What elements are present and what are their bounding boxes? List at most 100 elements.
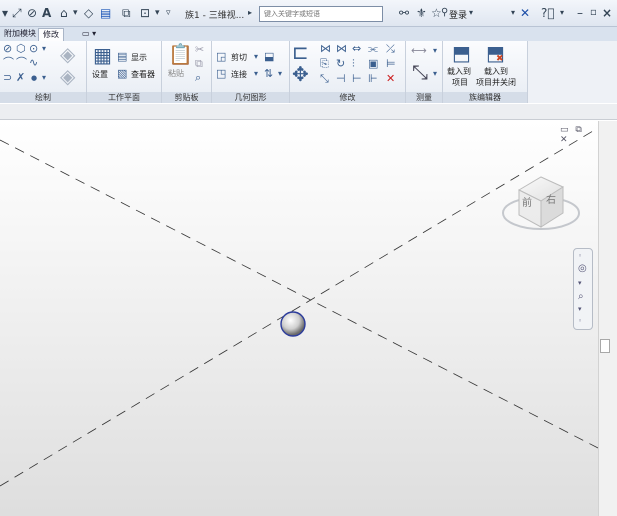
rotate-icon[interactable]: ↻ (336, 58, 345, 70)
work-plane-set-icon[interactable]: ▦ (93, 44, 112, 66)
dropdown-arrow-icon[interactable]: ▾ (469, 6, 473, 20)
array-icon[interactable]: ▣ (368, 58, 378, 70)
spline-icon[interactable]: ∿ (29, 57, 38, 69)
close-nav-icon[interactable]: ◦ (578, 252, 582, 260)
work-plane-viewer-label[interactable]: 查看器 (131, 70, 155, 80)
dropdown-arrow-icon[interactable]: ▾ (73, 6, 78, 20)
point-icon[interactable]: ● (31, 72, 37, 84)
load-and-close-label-line1[interactable]: 载入到 (484, 67, 508, 77)
zoom-icon[interactable]: ⌕ (578, 291, 584, 302)
viewcube-right-label[interactable]: 右 (546, 191, 556, 206)
show-icon[interactable]: ▤ (117, 51, 127, 63)
steering-wheel-icon[interactable]: ◎ (578, 263, 587, 274)
annotate-icon[interactable]: ⊘ (27, 6, 37, 20)
thin-lines-icon[interactable]: ▤ (100, 6, 111, 20)
copy-icon[interactable]: ⧉ (195, 58, 203, 70)
load-into-project-label-line1[interactable]: 载入到 (447, 67, 471, 77)
align-icon[interactable]: ⊏ (292, 41, 309, 63)
dropdown-arrow-icon[interactable]: ▾ (578, 279, 582, 287)
paste-label[interactable]: 粘贴 (168, 69, 184, 79)
dropdown-arrow-icon[interactable]: ▾ (42, 72, 46, 84)
section-icon[interactable]: ◇ (84, 6, 93, 20)
tab-add-ins[interactable]: 附加模块 (0, 28, 40, 41)
exchange-apps-icon[interactable]: ✕ (520, 6, 530, 20)
customize-toolbar-icon[interactable]: ▿ (166, 6, 171, 20)
cut-geometry-icon[interactable]: ◲ (216, 51, 226, 63)
measure-icon[interactable]: ⤢ (12, 6, 22, 20)
vertical-scrollbar[interactable] (598, 121, 617, 516)
extend-multiple-icon[interactable]: ⊩ (368, 73, 378, 85)
load-into-project-label-line2[interactable]: 项目 (452, 78, 468, 88)
viewcube-front-label[interactable]: 前 (522, 194, 532, 209)
login-link[interactable]: 登录 (449, 8, 467, 21)
switch-windows-icon[interactable]: ⊡ (140, 6, 150, 20)
3d-view-icon[interactable]: ⌂ (60, 6, 68, 20)
dropdown-arrow-icon[interactable]: ▾ (433, 68, 437, 80)
dropdown-arrow-icon[interactable]: ▾ (254, 51, 258, 63)
scrollbar-thumb[interactable] (600, 339, 610, 353)
cut-geometry-label[interactable]: 剪切 (231, 53, 247, 63)
scale-icon[interactable]: ⤡ (320, 73, 329, 85)
dropdown-arrow-icon[interactable]: ▾ (42, 43, 46, 55)
circle-icon[interactable]: ⊙ (29, 43, 38, 55)
mirror-pick-icon[interactable]: ⋈ (320, 43, 331, 55)
minimize-button[interactable]: – (577, 6, 583, 20)
navigation-bar[interactable]: ◦ ◎ ▾ ⌕ ▾ ◦ (573, 248, 593, 330)
close-windows-icon[interactable]: ⧉ (122, 6, 131, 20)
join-geometry-icon[interactable]: ◳ (216, 68, 226, 80)
arc-icon[interactable]: ⌒ (3, 57, 14, 69)
tab-modify[interactable]: 修改 (38, 28, 64, 41)
work-plane-show-label[interactable]: 显示 (131, 53, 147, 63)
reference-plane-line[interactable] (0, 139, 598, 449)
help-icon[interactable]: ?⃝ (541, 6, 555, 20)
viewcube[interactable] (502, 176, 580, 230)
trim-extend-icon[interactable]: ⊣ (336, 73, 346, 85)
measure-distance-icon[interactable]: ⟷ (411, 45, 427, 57)
origin-point[interactable] (280, 311, 306, 337)
text-icon[interactable]: A (42, 6, 51, 20)
extend-single-icon[interactable]: ⊢ (352, 73, 362, 85)
unpin-icon[interactable]: ⤰ (386, 43, 395, 55)
load-and-close-label-line2[interactable]: 项目并关闭 (476, 78, 516, 88)
load-into-project-icon[interactable]: ⬒ (452, 42, 471, 64)
tab-contextual[interactable]: ▭ ▾ (78, 28, 100, 41)
ellipse-arc-icon[interactable]: ⊃ (3, 72, 12, 84)
polygon-icon[interactable]: ⬡ (16, 43, 26, 55)
split-icon[interactable]: ⫘ (368, 43, 378, 55)
line-icon[interactable]: ⊘ (3, 43, 12, 55)
dropdown-arrow-icon[interactable]: ▾ (254, 68, 258, 80)
delete-icon[interactable]: ✕ (386, 73, 395, 85)
dropdown-arrow-icon[interactable]: ▾ (560, 6, 564, 20)
aligned-dimension-icon[interactable]: ⤡ (412, 61, 428, 83)
pick-lines-icon[interactable]: ✗ (16, 72, 25, 84)
join-geometry-label[interactable]: 连接 (231, 70, 247, 80)
dropdown-arrow-icon[interactable]: ▾ (511, 6, 515, 20)
cut-icon[interactable]: ✂ (195, 44, 204, 56)
dropdown-arrow-icon[interactable]: ▾ (578, 305, 582, 313)
close-button[interactable]: × (602, 6, 612, 20)
trim-icon[interactable]: ⫶ (352, 58, 355, 70)
split-face-icon[interactable]: ⇅ (264, 68, 273, 80)
user-icon[interactable]: ⚲ (441, 6, 448, 20)
binoculars-icon[interactable]: ⚯ (399, 6, 409, 20)
dropdown-arrow-icon[interactable]: ▾ (433, 45, 437, 57)
offset-icon[interactable]: ⇔ (352, 43, 361, 55)
viewer-icon[interactable]: ▧ (117, 68, 127, 80)
work-plane-set-label[interactable]: 设置 (92, 70, 108, 80)
dropdown-arrow-icon[interactable]: ▾ (155, 6, 160, 20)
dropdown-arrow-icon[interactable]: ▾ (2, 6, 8, 20)
wall-icon[interactable]: ⬓ (264, 51, 274, 63)
reference-plane-line[interactable] (0, 127, 598, 487)
model-line-icon[interactable]: ◈ (60, 43, 75, 65)
view-window-controls[interactable]: ▭ ⧉ ✕ (560, 125, 598, 145)
move-icon[interactable]: ✥ (292, 63, 309, 85)
drawing-viewport[interactable]: 前 右 ▭ ⧉ ✕ ◦ ◎ ▾ ⌕ ▾ ◦ (0, 121, 598, 516)
reference-plane-icon[interactable]: ◈ (60, 65, 75, 87)
search-input[interactable] (259, 6, 383, 22)
mirror-draw-icon[interactable]: ⋈ (336, 43, 347, 55)
arc-tangent-icon[interactable]: ⌒ (16, 57, 27, 69)
restore-button[interactable]: ▫ (590, 6, 597, 20)
copy-element-icon[interactable]: ⎘ (320, 58, 329, 70)
match-type-icon[interactable]: ⌕ (195, 72, 201, 84)
paste-icon[interactable]: 📋 (168, 43, 193, 65)
